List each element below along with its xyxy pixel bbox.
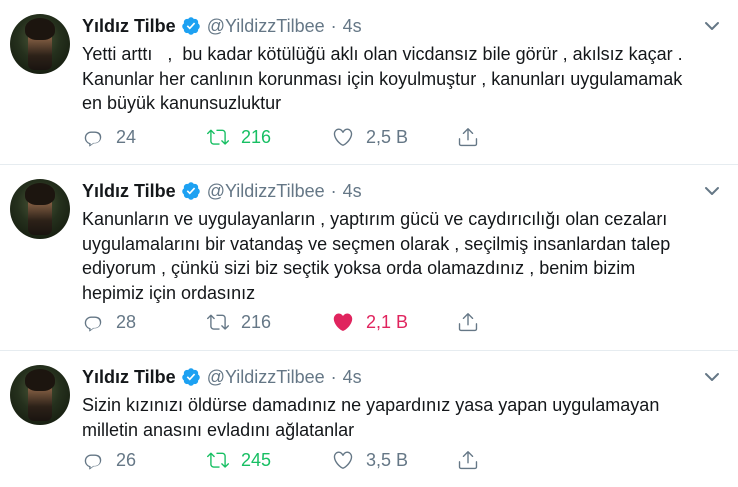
author-handle[interactable]: @YildizzTilbee (207, 16, 325, 37)
separator-dot: · (330, 15, 337, 36)
timeline: Yıldız Tilbe @YildizzTilbee · 4s Yetti a… (0, 0, 738, 487)
reply-button[interactable]: 24 (82, 126, 207, 148)
tweet-content: Yıldız Tilbe @YildizzTilbee · 4s Yetti a… (82, 14, 724, 116)
reply-count: 28 (116, 311, 137, 332)
like-count: 2,5 B (366, 126, 409, 147)
tweet-header: Yıldız Tilbe @YildizzTilbee · 4s (82, 14, 724, 38)
tweet-text: Yetti arttı , bu kadar kötülüğü aklı ola… (82, 44, 683, 113)
tweet[interactable]: Yıldız Tilbe @YildizzTilbee · 4s Sizin k… (0, 351, 738, 487)
author-name[interactable]: Yıldız Tilbe (82, 367, 176, 388)
like-button[interactable]: 3,5 B (332, 449, 457, 471)
tweet-actions: 28 216 2,1 B (82, 311, 582, 333)
verified-badge-icon (181, 368, 200, 386)
share-button[interactable] (457, 449, 582, 471)
reply-icon (84, 454, 102, 470)
share-button[interactable] (457, 311, 582, 333)
avatar[interactable] (10, 365, 70, 425)
chevron-down-icon[interactable] (704, 18, 720, 34)
share-icon (458, 128, 478, 147)
separator-dot: · (330, 180, 337, 201)
author-handle[interactable]: @YildizzTilbee (207, 367, 325, 388)
tweet-time[interactable]: 4s (343, 181, 362, 202)
share-button[interactable] (457, 126, 582, 148)
share-icon (458, 451, 478, 470)
tweet-text: Sizin kızınızı öldürse damadınız ne yapa… (82, 395, 660, 440)
retweet-icon (207, 129, 229, 145)
heart-outline-icon (333, 128, 353, 146)
tweet-time[interactable]: 4s (343, 367, 362, 388)
retweet-button[interactable]: 245 (207, 449, 332, 471)
like-button[interactable]: 2,1 B (332, 311, 457, 333)
retweet-count: 216 (241, 311, 272, 332)
retweet-button[interactable]: 216 (207, 126, 332, 148)
tweet-text: Kanunların ve uygulayanların , yaptırım … (82, 209, 671, 303)
like-count: 2,1 B (366, 311, 409, 332)
reply-icon (84, 316, 102, 332)
reply-count: 26 (116, 449, 137, 470)
tweet-content: Yıldız Tilbe @YildizzTilbee · 4s Sizin k… (82, 365, 724, 442)
reply-button[interactable]: 28 (82, 311, 207, 333)
avatar[interactable] (10, 14, 70, 74)
share-icon (458, 313, 478, 332)
chevron-down-icon[interactable] (704, 183, 720, 199)
retweet-count: 216 (241, 126, 272, 147)
author-name[interactable]: Yıldız Tilbe (82, 16, 176, 37)
tweet[interactable]: Yıldız Tilbe @YildizzTilbee · 4s Kanunla… (0, 165, 738, 351)
separator-dot: · (330, 366, 337, 387)
author-name[interactable]: Yıldız Tilbe (82, 181, 176, 202)
tweet-content: Yıldız Tilbe @YildizzTilbee · 4s Kanunla… (82, 179, 724, 305)
tweet-actions: 24 216 2,5 B (82, 126, 582, 148)
reply-button[interactable]: 26 (82, 449, 207, 471)
tweet-actions: 26 245 3,5 B (82, 449, 582, 471)
avatar[interactable] (10, 179, 70, 239)
retweet-button[interactable]: 216 (207, 311, 332, 333)
verified-badge-icon (181, 17, 200, 35)
chevron-down-icon[interactable] (704, 369, 720, 385)
tweet-header: Yıldız Tilbe @YildizzTilbee · 4s (82, 179, 724, 203)
retweet-count: 245 (241, 449, 272, 470)
like-button[interactable]: 2,5 B (332, 126, 457, 148)
author-handle[interactable]: @YildizzTilbee (207, 181, 325, 202)
reply-count: 24 (116, 126, 137, 147)
verified-badge-icon (181, 182, 200, 200)
like-count: 3,5 B (366, 449, 409, 470)
tweet-header: Yıldız Tilbe @YildizzTilbee · 4s (82, 365, 724, 389)
retweet-icon (207, 452, 229, 468)
tweet[interactable]: Yıldız Tilbe @YildizzTilbee · 4s Yetti a… (0, 0, 738, 165)
reply-icon (84, 131, 102, 147)
retweet-icon (207, 314, 229, 330)
tweet-time[interactable]: 4s (343, 16, 362, 37)
heart-filled-icon (333, 313, 353, 331)
heart-outline-icon (333, 451, 353, 469)
